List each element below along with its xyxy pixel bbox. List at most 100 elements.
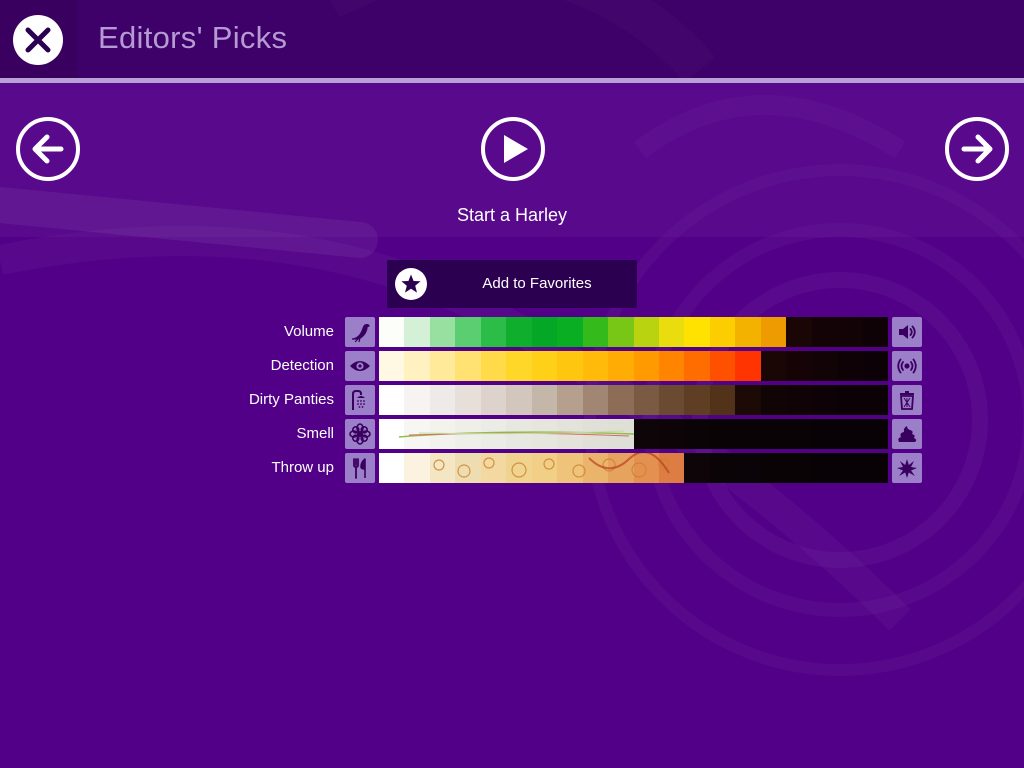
dirty-panties-min-button[interactable] [345, 385, 375, 415]
volume-max-button[interactable] [892, 317, 922, 347]
meter-row-smell: Smell [0, 419, 1024, 449]
meter-segment [633, 351, 659, 381]
meter-segment [531, 351, 558, 381]
meter-segment [608, 317, 634, 347]
meter-segment [633, 317, 659, 347]
add-to-favorites-label: Add to Favorites [482, 275, 592, 292]
meter-segment [837, 419, 863, 449]
meter-segment [837, 385, 863, 415]
meter-segment [811, 317, 838, 347]
meter-segment [658, 419, 685, 449]
shower-icon [352, 390, 365, 410]
smell-meter[interactable] [379, 419, 888, 449]
meter-segment [786, 453, 812, 483]
meter-segment [684, 453, 710, 483]
meter-segment [709, 419, 736, 449]
meter-segment [455, 351, 481, 381]
meter-segment [837, 351, 863, 381]
meter-segment [760, 453, 787, 483]
meter-segment [404, 351, 430, 381]
meter-segment [760, 385, 787, 415]
meter-segment [862, 385, 888, 415]
meter-segment [608, 385, 634, 415]
meter-segment [379, 351, 405, 381]
close-button[interactable] [0, 0, 78, 78]
meter-segment [506, 385, 532, 415]
meter-segment [684, 385, 710, 415]
meter-segment [837, 317, 863, 347]
meter-segment [811, 385, 838, 415]
meter-label: Throw up [271, 459, 334, 476]
meter-segment [480, 385, 507, 415]
meter-row-volume: Volume [0, 317, 1024, 347]
dirty-panties-max-button[interactable] [892, 385, 922, 415]
meter-segment [582, 317, 609, 347]
trash-can-icon [900, 391, 914, 410]
detection-meter[interactable] [379, 351, 888, 381]
flower-icon [349, 423, 371, 445]
detection-max-button[interactable] [892, 351, 922, 381]
meter-segment [862, 453, 888, 483]
throw-up-meter[interactable] [379, 453, 888, 483]
meter-segment [786, 419, 812, 449]
next-button[interactable] [944, 116, 1010, 182]
smell-fume-lines [398, 430, 634, 438]
star-icon [401, 274, 421, 293]
volume-meter[interactable] [379, 317, 888, 347]
dirty-panties-meter[interactable] [379, 385, 888, 415]
meter-segment [404, 317, 430, 347]
meter-segment [735, 453, 761, 483]
page-title: Editors' Picks [98, 20, 288, 55]
throw-up-texture [433, 453, 670, 478]
meter-segment [735, 317, 761, 347]
meter-segment [379, 385, 405, 415]
meter-segment [862, 419, 888, 449]
meter-fill [379, 351, 888, 381]
meter-segment [429, 351, 456, 381]
smell-min-button[interactable] [345, 419, 375, 449]
meter-segment [455, 385, 481, 415]
meter-segment [862, 317, 888, 347]
poop-icon [898, 426, 917, 442]
meter-label: Detection [270, 357, 334, 374]
detection-min-button[interactable] [345, 351, 375, 381]
meter-segment [404, 385, 430, 415]
meter-segment [760, 419, 787, 449]
meter-segment [760, 317, 787, 347]
smell-max-button[interactable] [892, 419, 922, 449]
add-to-favorites-button[interactable]: Add to Favorites [387, 260, 637, 308]
meter-segment [709, 351, 736, 381]
meter-segment [862, 351, 888, 381]
meter-segment [735, 419, 761, 449]
meter-segment [582, 351, 609, 381]
meter-segment [429, 385, 456, 415]
meter-segment [633, 385, 659, 415]
header-bar: Editors' Picks [0, 0, 1024, 78]
meter-segment [455, 317, 481, 347]
play-button[interactable] [480, 116, 546, 182]
volume-min-button[interactable] [345, 317, 375, 347]
fork-knife-icon [353, 458, 366, 479]
throw-up-max-button[interactable] [892, 453, 922, 483]
throw-up-min-button[interactable] [345, 453, 375, 483]
meter-segment [633, 419, 659, 449]
meter-segment [480, 317, 507, 347]
meter-label: Dirty Panties [248, 391, 334, 408]
meter-segment [582, 385, 609, 415]
previous-button[interactable] [15, 116, 81, 182]
meter-segment [658, 385, 685, 415]
bird-icon [351, 323, 370, 343]
meter-segment [811, 419, 838, 449]
meter-segment [684, 317, 710, 347]
meter-segment [709, 453, 736, 483]
meter-segment [684, 351, 710, 381]
meter-segment [608, 351, 634, 381]
meter-label: Volume [283, 323, 334, 340]
meter-segment [658, 317, 685, 347]
meter-segment [531, 317, 558, 347]
meter-segment [735, 385, 761, 415]
meter-segment [429, 317, 456, 347]
meter-segment [658, 351, 685, 381]
meter-segment [709, 317, 736, 347]
radio-waves-icon [897, 358, 917, 374]
